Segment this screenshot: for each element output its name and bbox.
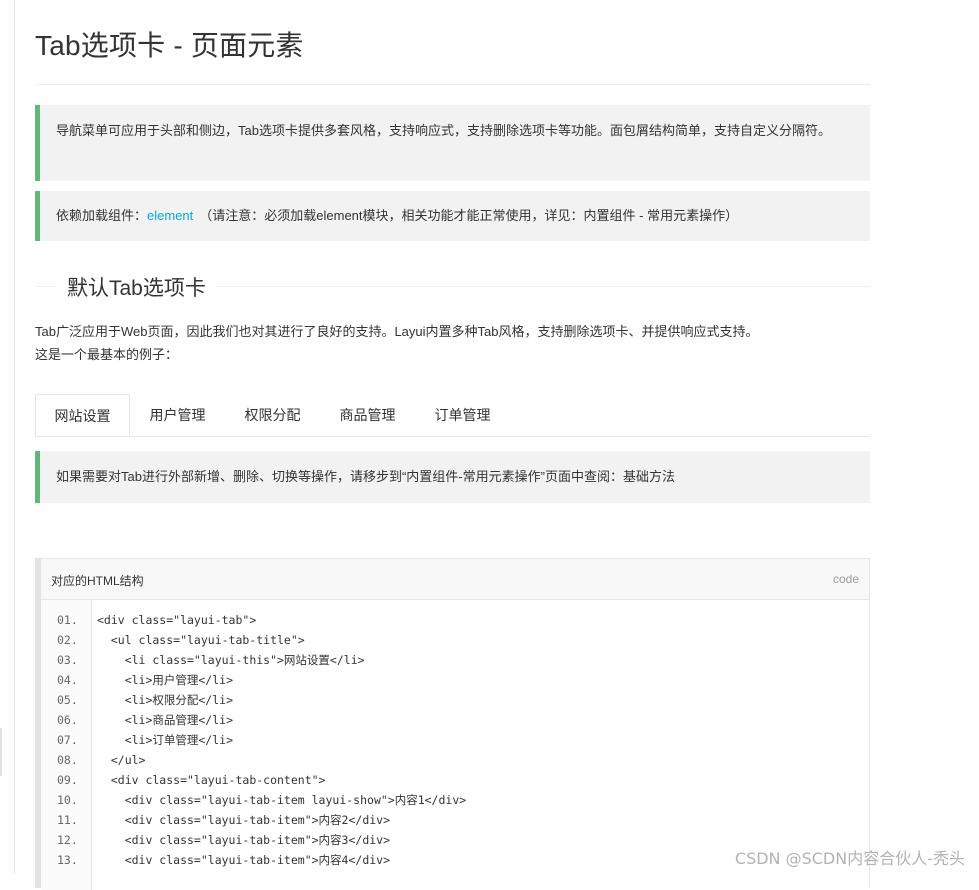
line-number: 03. [57,653,78,667]
line-number: 07. [57,733,78,747]
dependency-prefix: 依赖加载组件： [56,208,148,223]
code-line: 02. <ul class="layui-tab-title"> [41,630,466,650]
code-line: 03. <li class="layui-this">网站设置</li> [41,650,466,670]
tab-product-management[interactable]: 商品管理 [320,394,415,436]
tab-order-management[interactable]: 订单管理 [415,394,510,436]
dependency-note: （请注意：必须加载element模块，相关功能才能正常使用，详见：内置组件 - … [199,208,739,223]
code-line: 12. <div class="layui-tab-item">内容3</div… [41,830,466,850]
tab-permission-assignment[interactable]: 权限分配 [225,394,320,436]
code-line: 09. <div class="layui-tab-content"> [41,770,466,790]
line-text: <li>权限分配</li> [97,693,234,707]
tab-website-settings[interactable]: 网站设置 [35,394,130,436]
intro-quote: 导航菜单可应用于头部和侧边，Tab选项卡提供多套风格，支持响应式，支持删除选项卡… [35,105,870,181]
line-number: 06. [57,713,78,727]
line-text: <li class="layui-this">网站设置</li> [97,653,365,667]
code-line: 11. <div class="layui-tab-item">内容2</div… [41,810,466,830]
section-description: Tab广泛应用于Web页面，因此我们也对其进行了良好的支持。Layui内置多种T… [35,320,759,366]
line-number: 02. [57,633,78,647]
line-text: <div class="layui-tab-item">内容3</div> [97,833,391,847]
line-number: 13. [57,853,78,867]
line-number: 04. [57,673,78,687]
code-header: 对应的HTML结构 code [41,559,869,600]
title-divider [35,84,870,85]
section-title: 默认Tab选项卡 [35,270,870,302]
line-number: 01. [57,613,78,627]
line-text: <div class="layui-tab-item">内容4</div> [97,853,391,867]
tab-user-management[interactable]: 用户管理 [130,394,225,436]
left-border-line [14,0,15,874]
dependency-quote: 依赖加载组件：element （请注意：必须加载element模块，相关功能才能正… [35,191,870,241]
line-text: <div class="layui-tab"> [97,613,257,627]
line-text: <div class="layui-tab-item">内容2</div> [97,813,391,827]
csdn-watermark: CSDN @SCDN内容合伙人-秃头 [734,849,965,868]
line-number: 12. [57,833,78,847]
description-line-2: 这是一个最基本的例子： [35,347,179,362]
line-text: <li>订单管理</li> [97,733,234,747]
code-block: 对应的HTML结构 code 01. <div class="layui-tab"… [35,558,870,890]
code-line: 10. <div class="layui-tab-item layui-sho… [41,790,466,810]
page-title: Tab选项卡 - 页面元素 [35,30,304,61]
code-line: 08. </ul> [41,750,466,770]
tip-text: 如果需要对Tab进行外部新增、删除、切换等操作，请移步到“内置组件-常用元素操作… [56,469,675,484]
code-line: 05. <li>权限分配</li> [41,690,466,710]
tab-bar: 网站设置 用户管理 权限分配 商品管理 订单管理 [35,394,870,437]
line-text: <div class="layui-tab-item layui-show">内… [97,793,467,807]
line-number: 08. [57,753,78,767]
code-lines: 01. <div class="layui-tab"> 02. <ul class… [41,610,466,870]
code-line: 01. <div class="layui-tab"> [41,610,466,630]
code-tag: code [832,572,859,586]
line-number: 05. [57,693,78,707]
description-line-1: Tab广泛应用于Web页面，因此我们也对其进行了良好的支持。Layui内置多种T… [35,324,759,339]
line-text: <li>用户管理</li> [97,673,234,687]
code-line: 04. <li>用户管理</li> [41,670,466,690]
element-link[interactable]: element [147,208,193,223]
section-title-text: 默认Tab选项卡 [57,272,216,302]
line-text: </ul> [97,753,146,767]
line-number: 10. [57,793,78,807]
code-header-label: 对应的HTML结构 [51,574,144,588]
line-text: <ul class="layui-tab-title"> [97,633,305,647]
line-number: 09. [57,773,78,787]
line-text: <li>商品管理</li> [97,713,234,727]
intro-text: 导航菜单可应用于头部和侧边，Tab选项卡提供多套风格，支持响应式，支持删除选项卡… [56,123,831,138]
code-line: 06. <li>商品管理</li> [41,710,466,730]
line-text: <div class="layui-tab-content"> [97,773,326,787]
line-number: 11. [57,813,78,827]
scroll-indicator [0,728,2,776]
tip-quote: 如果需要对Tab进行外部新增、删除、切换等操作，请移步到“内置组件-常用元素操作… [35,451,870,503]
code-line: 13. <div class="layui-tab-item">内容4</div… [41,850,466,870]
code-line: 07. <li>订单管理</li> [41,730,466,750]
